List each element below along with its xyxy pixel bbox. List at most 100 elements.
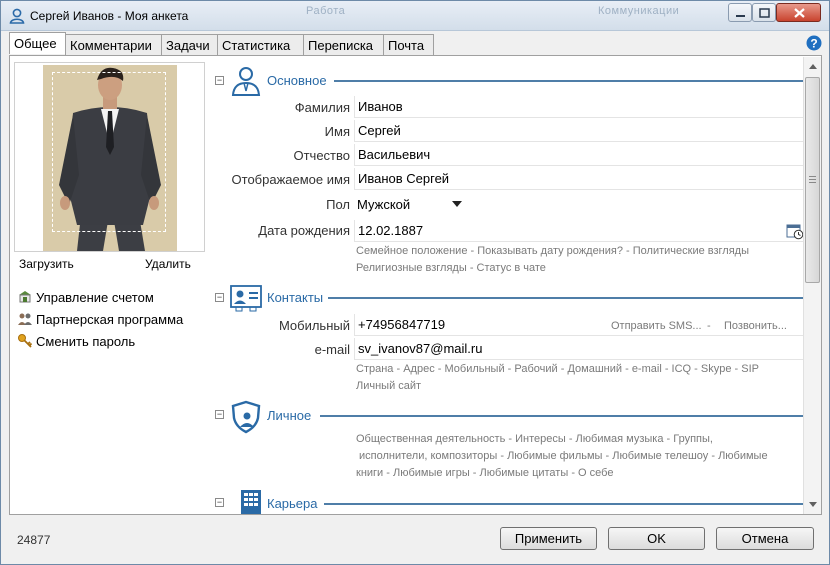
scroll-down-button[interactable] [805, 496, 821, 513]
tab-mail[interactable]: Почта [383, 34, 434, 55]
user-icon [9, 8, 25, 24]
background-ghost-text: Работа [306, 5, 346, 17]
person-icon [231, 67, 261, 96]
svg-text:?: ? [810, 37, 817, 51]
account-management-link[interactable]: Управление счетом [17, 289, 154, 305]
delete-photo-link[interactable]: Удалить [145, 257, 191, 271]
scrollbar-thumb[interactable] [805, 77, 820, 283]
hint-email[interactable]: e-mail [632, 363, 662, 375]
close-icon [794, 8, 805, 18]
profile-form: − Основное Фамилия Иванов Имя Сергей Отч… [210, 56, 805, 514]
email-label: e-mail [314, 342, 350, 357]
hint-favorite-quotes[interactable]: Любимые цитаты [480, 467, 569, 479]
hint-interests[interactable]: Интересы [515, 433, 566, 445]
tab-tasks[interactable]: Задачи [161, 34, 218, 55]
section-title-career: Карьера [267, 496, 318, 511]
tab-correspondence[interactable]: Переписка [303, 34, 384, 55]
first-name-field[interactable]: Сергей [354, 120, 805, 142]
hint-political-views[interactable]: Политические взгляды [633, 245, 749, 257]
collapse-career-button[interactable]: − [215, 498, 224, 507]
general-panel: Загрузить Удалить Управление счетом Парт… [9, 55, 822, 515]
basic-hints-row-1: Семейное положение - Показывать дату рож… [356, 245, 750, 257]
calendar-icon[interactable] [786, 222, 804, 240]
change-password-link[interactable]: Сменить пароль [17, 333, 135, 349]
apply-button[interactable]: Применить [500, 527, 597, 550]
hint-social-activity[interactable]: Общественная деятельность [356, 433, 505, 445]
contacts-hints-row-2: Личный сайт [356, 380, 421, 392]
hint-groups[interactable]: Группы, [673, 433, 713, 445]
last-name-field[interactable]: Иванов [354, 96, 805, 118]
call-link[interactable]: Позвонить... [724, 320, 787, 332]
patronymic-label: Отчество [293, 148, 350, 163]
hint-skype[interactable]: Skype [701, 363, 732, 375]
hint-performers[interactable]: исполнители, композиторы [359, 450, 497, 462]
menu-label: Управление счетом [36, 290, 154, 305]
hint-chat-status[interactable]: Статус в чате [477, 262, 546, 274]
tab-statistics[interactable]: Статистика [217, 34, 304, 55]
hint-marital-status[interactable]: Семейное положение [356, 245, 467, 257]
building-icon [241, 490, 261, 514]
ok-button[interactable]: OK [608, 527, 705, 550]
hint-sip[interactable]: SIP [741, 363, 759, 375]
scroll-up-button[interactable] [805, 58, 821, 75]
title-bar[interactable]: Сергей Иванов - Моя анкета Работа Коммун… [1, 1, 829, 31]
display-name-field[interactable]: Иванов Сергей [354, 168, 805, 190]
hint-country[interactable]: Страна [356, 363, 393, 375]
hint-work-phone[interactable]: Рабочий [514, 363, 557, 375]
gender-select[interactable]: Мужской [354, 194, 468, 216]
arrow-down-icon [809, 502, 817, 507]
patronymic-field[interactable]: Васильевич [354, 144, 805, 166]
menu-label: Партнерская программа [36, 312, 184, 327]
hint-about[interactable]: О себе [578, 467, 613, 479]
hint-mobile[interactable]: Мобильный [444, 363, 504, 375]
hint-icq[interactable]: ICQ [672, 363, 692, 375]
upload-photo-link[interactable]: Загрузить [19, 257, 74, 271]
menu-label: Сменить пароль [36, 334, 136, 349]
last-name-label: Фамилия [294, 100, 350, 115]
grip-icon [809, 176, 816, 183]
minimize-icon [736, 15, 745, 17]
window-title: Сергей Иванов - Моя анкета [30, 9, 189, 23]
hint-religious-views[interactable]: Религиозные взгляды [356, 262, 467, 274]
hint-favorite-movies[interactable]: Любимые фильмы [507, 450, 602, 462]
section-divider [334, 80, 805, 82]
first-name-label: Имя [324, 124, 350, 139]
hint-books[interactable]: книги [356, 467, 383, 479]
display-name-label: Отображаемое имя [231, 172, 350, 187]
personal-hints-row-2: исполнители, композиторы - Любимые фильм… [359, 450, 768, 462]
hint-show-birthdate[interactable]: Показывать дату рождения? [477, 245, 623, 257]
maximize-button[interactable] [752, 3, 776, 22]
tab-general[interactable]: Общее [9, 32, 66, 54]
personal-hints-row-1: Общественная деятельность - Интересы - Л… [356, 433, 713, 445]
send-sms-link[interactable]: Отправить SMS... [611, 320, 702, 332]
collapse-contacts-button[interactable]: − [215, 293, 224, 302]
section-divider [320, 415, 805, 417]
hint-home-phone[interactable]: Домашний [567, 363, 622, 375]
minimize-button[interactable] [728, 3, 752, 22]
partner-program-link[interactable]: Партнерская программа [17, 311, 183, 327]
email-field[interactable]: sv_ivanov87@mail.ru [354, 338, 805, 360]
close-button[interactable] [776, 3, 821, 22]
vertical-scrollbar[interactable] [803, 57, 821, 514]
hint-favorite-music[interactable]: Любимая музыка [576, 433, 664, 445]
tab-comments[interactable]: Комментарии [65, 34, 162, 55]
collapse-basic-button[interactable]: − [215, 76, 224, 85]
chevron-down-icon [452, 201, 462, 207]
contacts-hints-row-1: Страна - Адрес - Мобильный - Рабочий - Д… [356, 363, 759, 375]
hint-personal-site[interactable]: Личный сайт [356, 380, 421, 392]
section-divider [324, 503, 805, 505]
help-icon[interactable]: ? [806, 35, 822, 51]
shield-user-icon [231, 400, 261, 434]
mobile-label: Мобильный [278, 318, 350, 333]
photo-crop-area[interactable] [52, 72, 166, 232]
birth-date-field[interactable]: 12.02.1887 [354, 220, 805, 242]
basic-hints-row-2: Религиозные взгляды - Статус в чате [356, 262, 546, 274]
hint-favorite-tv[interactable]: Любимые телешоу [612, 450, 708, 462]
hint-address[interactable]: Адрес [403, 363, 435, 375]
hint-favorite-games[interactable]: Любимые игры [393, 467, 470, 479]
cancel-button[interactable]: Отмена [716, 527, 814, 550]
contact-card-icon [230, 285, 262, 312]
collapse-personal-button[interactable]: − [215, 410, 224, 419]
section-divider [328, 297, 805, 299]
hint-favorite[interactable]: Любимые [718, 450, 768, 462]
